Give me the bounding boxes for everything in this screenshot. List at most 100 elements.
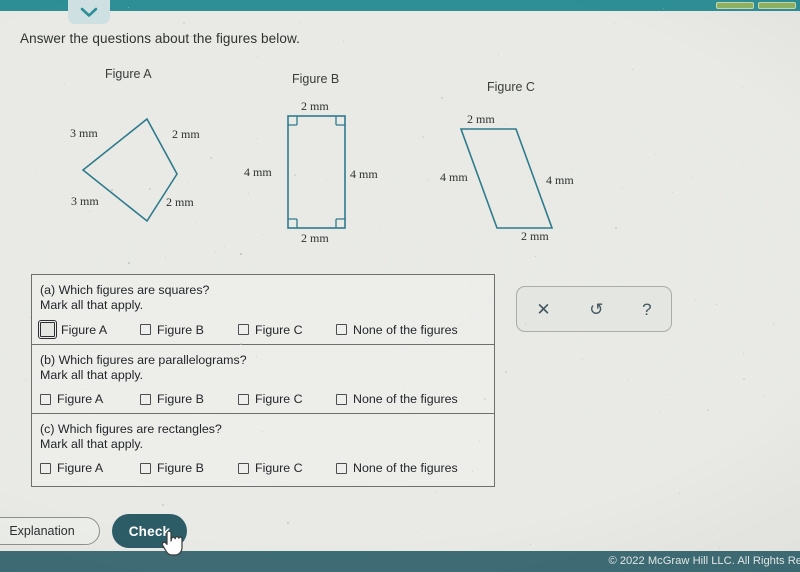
dust-speck xyxy=(30,317,31,318)
dust-speck xyxy=(472,471,473,472)
checkbox-icon[interactable] xyxy=(140,462,151,474)
dust-speck xyxy=(17,308,18,309)
dust-speck xyxy=(111,189,113,191)
dust-speck xyxy=(240,343,242,345)
question-a: (a) Which figures are squares? Mark all … xyxy=(32,275,494,344)
dust-speck xyxy=(262,234,263,235)
dust-speck xyxy=(743,353,744,354)
undo-button[interactable]: ↺ xyxy=(583,299,609,320)
question-c-option-figure-b[interactable]: Figure B xyxy=(140,461,238,475)
checkbox-icon[interactable] xyxy=(238,462,249,474)
dust-speck xyxy=(422,136,424,138)
option-label: Figure A xyxy=(57,392,104,406)
checkbox-icon[interactable] xyxy=(336,393,347,405)
question-b-option-figure-c[interactable]: Figure C xyxy=(238,392,336,406)
dust-speck xyxy=(54,365,55,366)
question-a-option-figure-b[interactable]: Figure B xyxy=(140,323,238,337)
dust-speck xyxy=(299,22,300,23)
option-label: Figure B xyxy=(157,322,204,337)
check-button[interactable]: Check xyxy=(112,514,187,548)
dust-speck xyxy=(416,532,417,533)
copyright-text: © 2022 McGraw Hill LLC. All Rights Re xyxy=(608,555,800,567)
dust-speck xyxy=(742,87,743,88)
dust-speck xyxy=(240,253,242,255)
question-b-option-figure-a[interactable]: Figure A xyxy=(40,392,140,406)
question-b-line2: Mark all that apply. xyxy=(40,368,144,382)
checkbox-icon[interactable] xyxy=(238,324,249,335)
checkbox-icon[interactable] xyxy=(238,393,249,405)
question-c-option-figure-a[interactable]: Figure A xyxy=(40,461,140,475)
question-b: (b) Which figures are parallelograms? Ma… xyxy=(32,344,494,413)
dust-speck xyxy=(615,227,617,229)
figure-c-label-top: 2 mm xyxy=(467,112,495,126)
collapse-panel-tab[interactable] xyxy=(68,0,110,24)
dust-speck xyxy=(479,440,480,441)
dust-speck xyxy=(257,138,258,139)
dust-speck xyxy=(191,36,192,37)
question-a-option-figure-a[interactable]: Figure A xyxy=(38,320,140,339)
question-b-option-figure-b[interactable]: Figure B xyxy=(140,392,238,406)
dust-speck xyxy=(64,84,65,85)
topbar-chip-1[interactable] xyxy=(716,2,754,9)
dust-speck xyxy=(248,193,249,194)
dust-speck xyxy=(82,389,83,390)
questions-panel: (a) Which figures are squares? Mark all … xyxy=(31,274,495,487)
question-c-option-figure-c[interactable]: Figure C xyxy=(238,461,336,475)
dust-speck xyxy=(719,547,720,548)
dust-speck xyxy=(530,544,531,545)
question-b-options: Figure A Figure B Figure C None of the f… xyxy=(40,392,494,406)
dust-speck xyxy=(320,110,321,111)
help-button[interactable]: ? xyxy=(636,299,657,320)
dust-speck xyxy=(282,129,283,130)
dust-speck xyxy=(622,188,623,189)
topbar-right-chips xyxy=(700,0,800,11)
dust-speck xyxy=(403,390,404,391)
checkbox-icon[interactable] xyxy=(40,462,51,474)
explanation-button[interactable]: Explanation xyxy=(0,517,100,545)
checkbox-icon[interactable] xyxy=(140,393,151,405)
question-a-option-figure-c[interactable]: Figure C xyxy=(238,323,336,337)
checkbox-icon[interactable] xyxy=(336,462,347,474)
dust-speck xyxy=(183,22,185,24)
dust-speck xyxy=(262,431,263,432)
question-c-line1: (c) Which figures are rectangles? xyxy=(40,422,222,436)
dust-speck xyxy=(773,323,774,324)
dust-speck xyxy=(436,492,437,493)
checkbox-icon[interactable] xyxy=(38,320,57,339)
dust-speck xyxy=(663,8,664,9)
dust-speck xyxy=(196,223,197,224)
question-a-option-none[interactable]: None of the figures xyxy=(336,323,458,337)
dust-speck xyxy=(679,493,680,494)
dust-speck xyxy=(224,246,225,247)
dust-speck xyxy=(287,522,289,524)
dust-speck xyxy=(525,324,526,325)
figure-c-label-left: 4 mm xyxy=(440,170,468,184)
checkbox-icon[interactable] xyxy=(40,393,51,405)
clear-button[interactable]: ✕ xyxy=(530,299,556,320)
tool-palette: ✕ ↺ ? xyxy=(516,286,672,332)
figure-c-label-right: 4 mm xyxy=(546,173,574,187)
dust-speck xyxy=(669,394,670,395)
dust-speck xyxy=(103,402,104,403)
question-c-option-none[interactable]: None of the figures xyxy=(336,461,458,475)
dust-speck xyxy=(294,174,296,176)
dust-speck xyxy=(96,291,97,292)
checkbox-icon[interactable] xyxy=(336,324,347,335)
dust-speck xyxy=(751,136,752,137)
dust-speck xyxy=(655,154,656,155)
dust-speck xyxy=(89,211,90,212)
dust-speck xyxy=(763,396,764,397)
topbar-chip-2[interactable] xyxy=(758,2,796,9)
dust-speck xyxy=(707,409,709,411)
question-b-option-none[interactable]: None of the figures xyxy=(336,392,458,406)
dust-speck xyxy=(505,371,507,373)
action-bar: Explanation Check xyxy=(0,512,800,551)
dust-speck xyxy=(632,69,633,70)
dust-speck xyxy=(237,359,238,360)
checkbox-icon[interactable] xyxy=(140,324,151,335)
dust-speck xyxy=(617,199,618,200)
option-label: Figure C xyxy=(255,322,303,337)
option-label: Figure A xyxy=(61,322,108,337)
figure-c-shape xyxy=(459,128,554,229)
question-a-line2: Mark all that apply. xyxy=(40,298,144,312)
